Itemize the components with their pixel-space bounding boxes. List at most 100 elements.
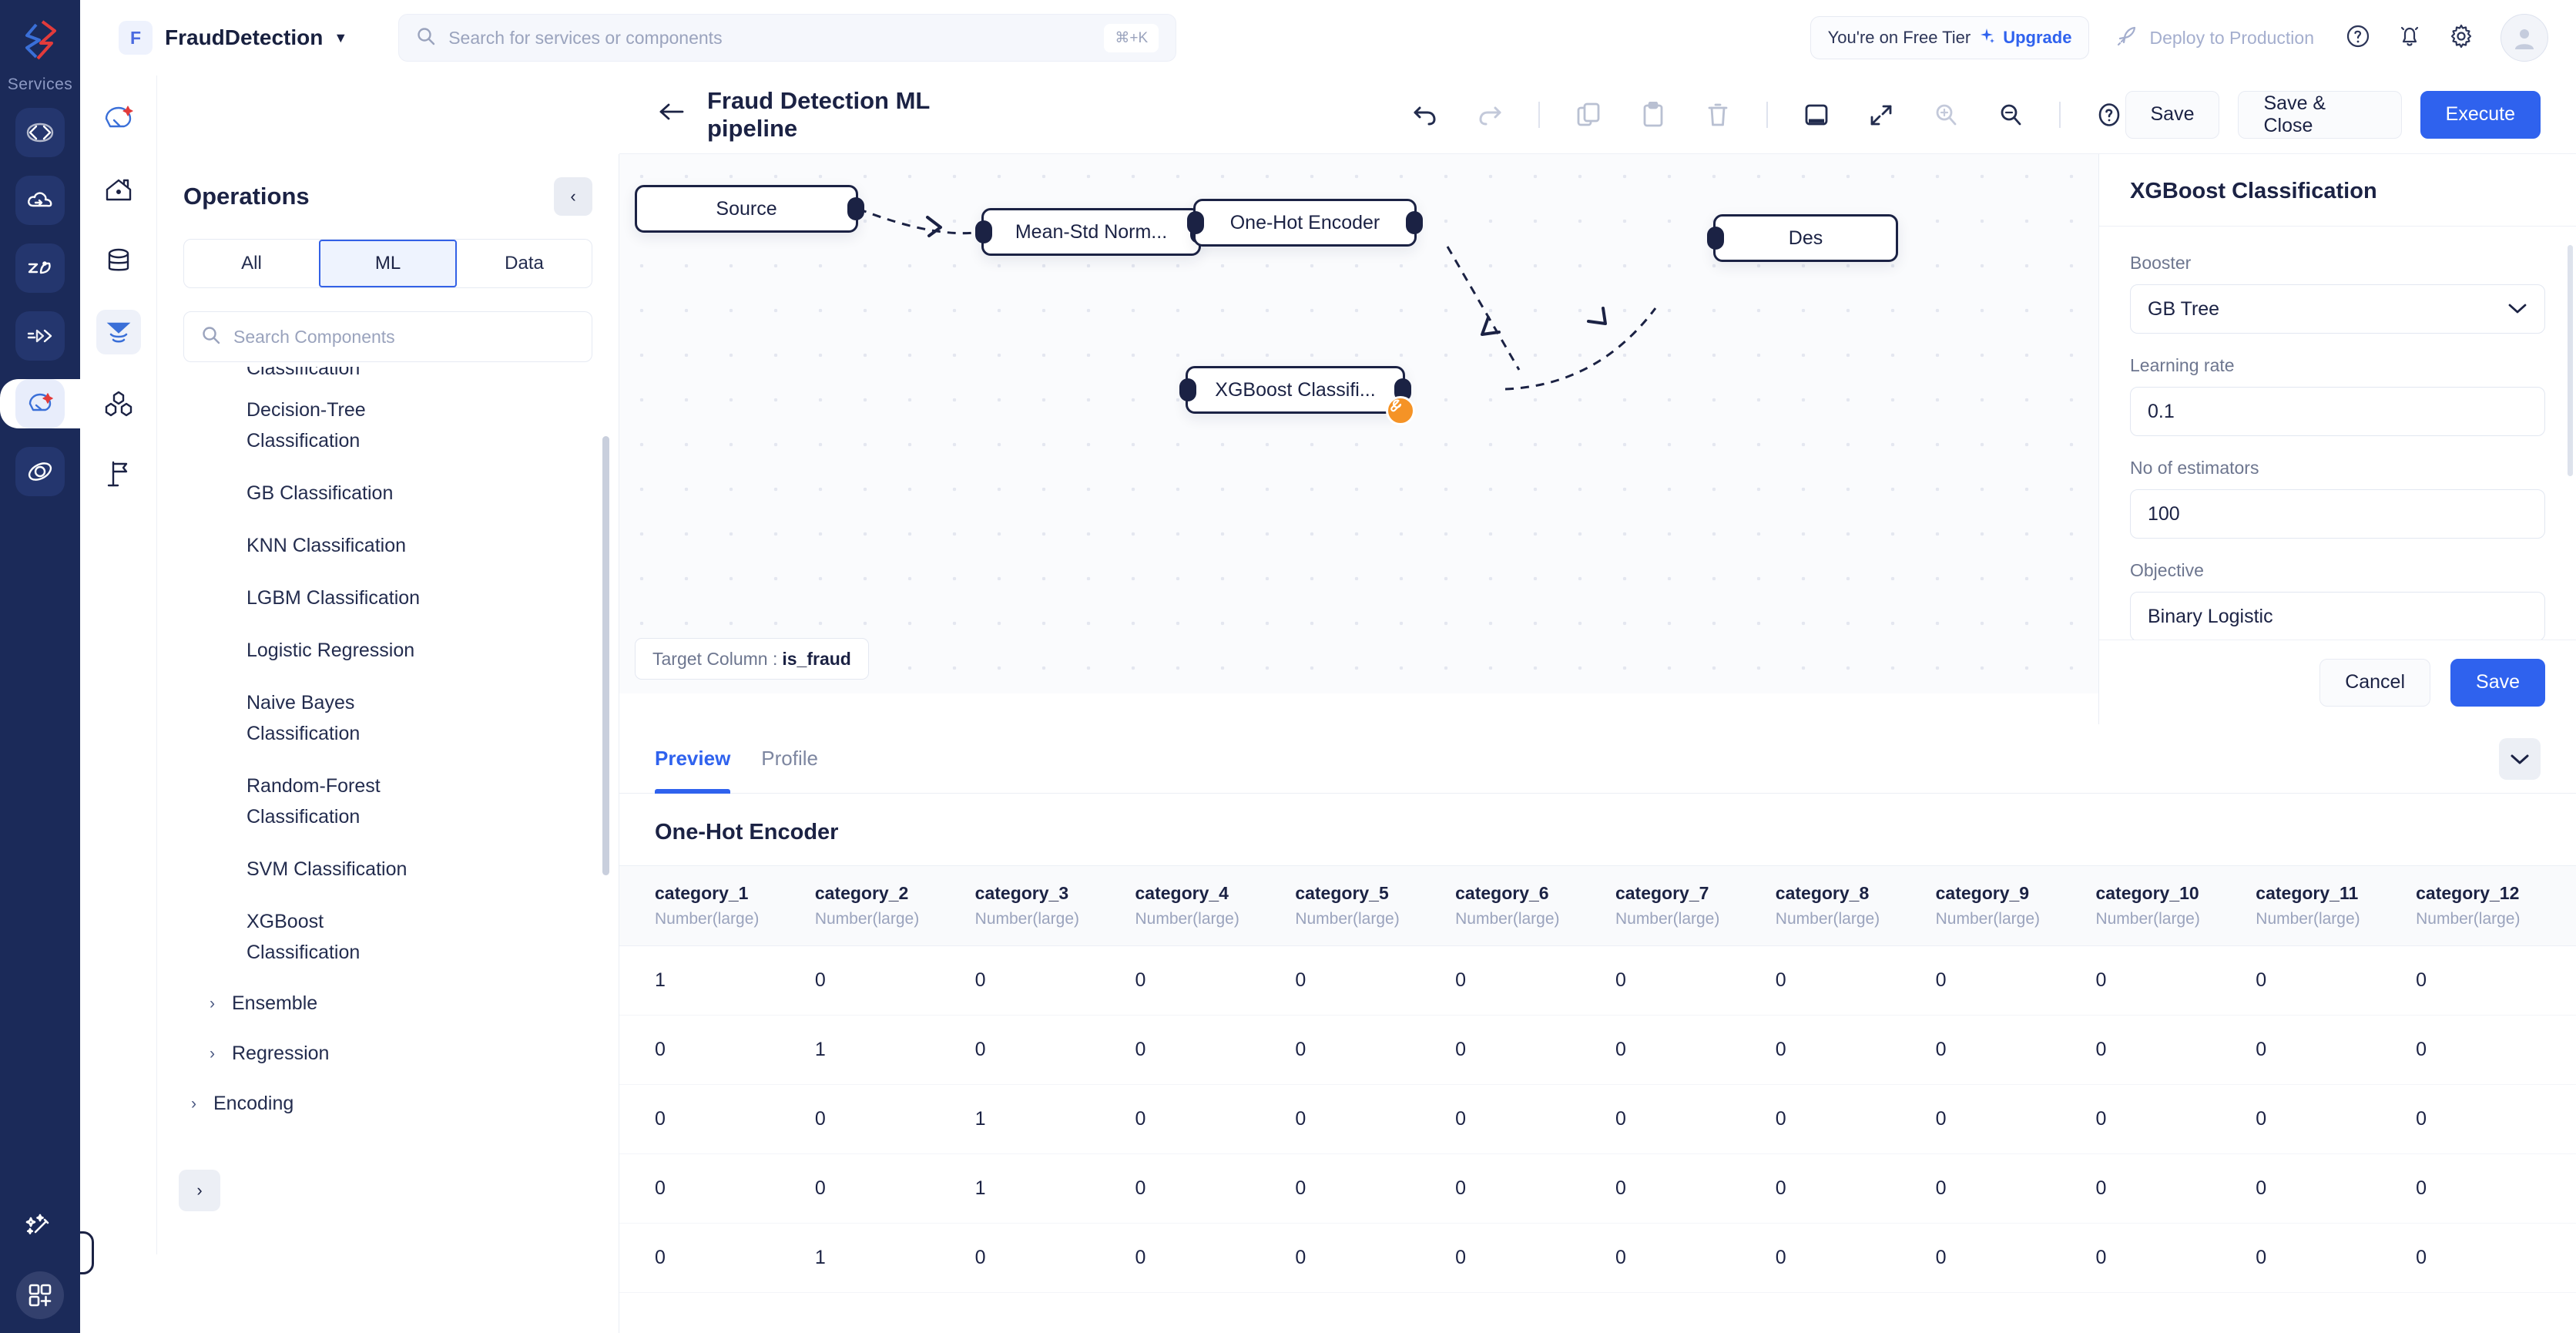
apps-add-icon[interactable] xyxy=(16,1271,64,1319)
column-header[interactable]: category_3 Number(large) xyxy=(974,865,1135,946)
node-port-in[interactable] xyxy=(1179,378,1196,401)
target-column-chip[interactable]: Target Column : is_fraud xyxy=(635,638,869,680)
nav-models[interactable] xyxy=(96,381,141,425)
list-item[interactable]: Logistic Regression xyxy=(183,624,438,677)
service-layers[interactable] xyxy=(15,311,65,361)
component-list-scrollbar[interactable] xyxy=(602,436,609,875)
upgrade-link[interactable]: Upgrade xyxy=(2003,28,2071,48)
column-header[interactable]: category_12 Number(large) xyxy=(2416,865,2576,946)
list-item[interactable]: LGBM Classification xyxy=(183,572,438,624)
column-header[interactable]: category_4 Number(large) xyxy=(1135,865,1296,946)
table-row[interactable]: 0 0 1 0 0 0 0 0 0 0 0 0 xyxy=(619,1084,2576,1154)
chevron-down-icon[interactable]: ▼ xyxy=(334,30,347,46)
group-regression[interactable]: › Regression xyxy=(183,1029,619,1079)
list-item[interactable]: SVM Classification xyxy=(183,843,438,895)
filter-ml[interactable]: ML xyxy=(319,240,457,287)
paste-button[interactable] xyxy=(1637,99,1669,131)
zoom-in-button[interactable] xyxy=(1930,99,1962,131)
node-port-out[interactable] xyxy=(1406,211,1423,234)
config-save-button[interactable]: Save xyxy=(2450,658,2545,707)
delete-button[interactable] xyxy=(1702,99,1734,131)
list-item[interactable]: Classification xyxy=(183,367,438,384)
group-ensemble[interactable]: › Ensemble xyxy=(183,979,619,1029)
project-name[interactable]: FraudDetection xyxy=(165,25,323,50)
column-header[interactable]: category_1 Number(large) xyxy=(619,865,815,946)
node-mean-std-norm[interactable]: Mean-Std Norm... xyxy=(975,208,1207,256)
fullscreen-button[interactable] xyxy=(1865,99,1897,131)
user-avatar-icon[interactable] xyxy=(2501,14,2548,62)
redo-button[interactable] xyxy=(1474,99,1506,131)
search-components-input[interactable]: Search Components xyxy=(183,311,592,362)
column-header[interactable]: category_7 Number(large) xyxy=(1615,865,1776,946)
node-destination[interactable]: Des xyxy=(1707,214,1898,262)
pipeline-canvas[interactable]: Source Mean-Std Norm... One-Hot Encoder … xyxy=(619,154,2098,693)
filter-data[interactable]: Data xyxy=(457,240,592,287)
tab-preview[interactable]: Preview xyxy=(655,724,731,794)
component-list[interactable]: Classification Decision-Tree Classificat… xyxy=(157,367,619,1333)
save-and-close-button[interactable]: Save & Close xyxy=(2238,90,2402,139)
list-item[interactable]: Decision-Tree Classification xyxy=(183,384,438,467)
sidebar-expand-button[interactable]: › xyxy=(179,1170,220,1211)
node-port-in[interactable] xyxy=(1187,211,1204,234)
service-orbit[interactable] xyxy=(15,447,65,496)
node-port-out[interactable] xyxy=(847,197,864,220)
tab-profile[interactable]: Profile xyxy=(761,724,818,794)
column-header[interactable]: category_6 Number(large) xyxy=(1455,865,1615,946)
nav-home[interactable] xyxy=(96,168,141,213)
nav-experiments[interactable] xyxy=(96,452,141,496)
zoom-out-button[interactable] xyxy=(1994,99,2027,131)
node-xgboost-classification[interactable]: XGBoost Classifi... xyxy=(1179,366,1415,425)
preview-table-wrap[interactable]: category_1 Number(large) category_2 Number… xyxy=(619,865,2576,1293)
search-input[interactable]: Search for services or components xyxy=(448,28,1092,49)
nav-pipelines[interactable] xyxy=(96,310,141,354)
save-button[interactable]: Save xyxy=(2125,90,2220,139)
deploy-to-production-button[interactable]: Deploy to Production xyxy=(2115,25,2314,52)
column-header[interactable]: category_9 Number(large) xyxy=(1935,865,2096,946)
gear-icon[interactable] xyxy=(2448,23,2474,53)
column-header[interactable]: category_5 Number(large) xyxy=(1295,865,1456,946)
table-row[interactable]: 1 0 0 0 0 0 0 0 0 0 0 0 xyxy=(619,945,2576,1016)
wrench-icon[interactable] xyxy=(1386,396,1415,425)
table-row[interactable]: 0 1 0 0 0 0 0 0 0 0 0 0 xyxy=(619,1223,2576,1293)
list-item[interactable]: XGBoost Classification xyxy=(183,895,438,979)
chevron-left-icon[interactable]: ‹ xyxy=(554,177,592,216)
service-ai[interactable] xyxy=(15,379,65,428)
service-dataflow[interactable] xyxy=(15,243,65,293)
column-header[interactable]: category_10 Number(large) xyxy=(2095,865,2256,946)
brand-logo-icon[interactable] xyxy=(15,15,65,65)
booster-select[interactable]: GB Tree xyxy=(2130,284,2545,334)
service-cloud[interactable] xyxy=(15,176,65,225)
list-item[interactable]: Random-Forest Classification xyxy=(183,760,438,843)
magic-wand-icon[interactable] xyxy=(22,1209,59,1250)
arrow-left-icon[interactable] xyxy=(658,99,687,129)
help-circle-icon[interactable] xyxy=(2345,23,2371,53)
service-code[interactable] xyxy=(15,108,65,157)
node-port-in[interactable] xyxy=(1707,227,1724,250)
node-source[interactable]: Source xyxy=(635,185,864,233)
column-header[interactable]: category_8 Number(large) xyxy=(1775,865,1936,946)
group-encoding[interactable]: › Encoding xyxy=(183,1079,619,1129)
node-port-in[interactable] xyxy=(975,220,992,243)
nav-ai-assistant[interactable] xyxy=(96,97,141,142)
list-item[interactable]: GB Classification xyxy=(183,467,438,519)
node-one-hot-encoder[interactable]: One-Hot Encoder xyxy=(1187,199,1423,247)
list-item[interactable]: Naive Bayes Classification xyxy=(183,677,438,760)
fit-view-button[interactable] xyxy=(1800,99,1833,131)
canvas-help-button[interactable] xyxy=(2093,99,2125,131)
config-scrollbar[interactable] xyxy=(2568,245,2573,476)
list-item[interactable]: KNN Classification xyxy=(183,519,438,572)
free-tier-pill[interactable]: You're on Free Tier Upgrade xyxy=(1810,16,2090,59)
filter-all[interactable]: All xyxy=(184,240,319,287)
chevron-down-icon[interactable] xyxy=(2499,737,2541,780)
estimators-field[interactable]: 100 xyxy=(2130,489,2545,539)
nav-datasets[interactable] xyxy=(96,239,141,284)
undo-button[interactable] xyxy=(1409,99,1441,131)
objective-select[interactable]: Binary Logistic xyxy=(2130,592,2545,640)
copy-button[interactable] xyxy=(1572,99,1605,131)
table-row[interactable]: 0 1 0 0 0 0 0 0 0 0 0 0 xyxy=(619,1015,2576,1085)
global-search[interactable]: Search for services or components ⌘+K xyxy=(398,14,1177,62)
learning-rate-field[interactable]: 0.1 xyxy=(2130,387,2545,436)
bell-icon[interactable] xyxy=(2397,23,2422,53)
cancel-button[interactable]: Cancel xyxy=(2319,658,2431,707)
column-header[interactable]: category_2 Number(large) xyxy=(814,865,975,946)
